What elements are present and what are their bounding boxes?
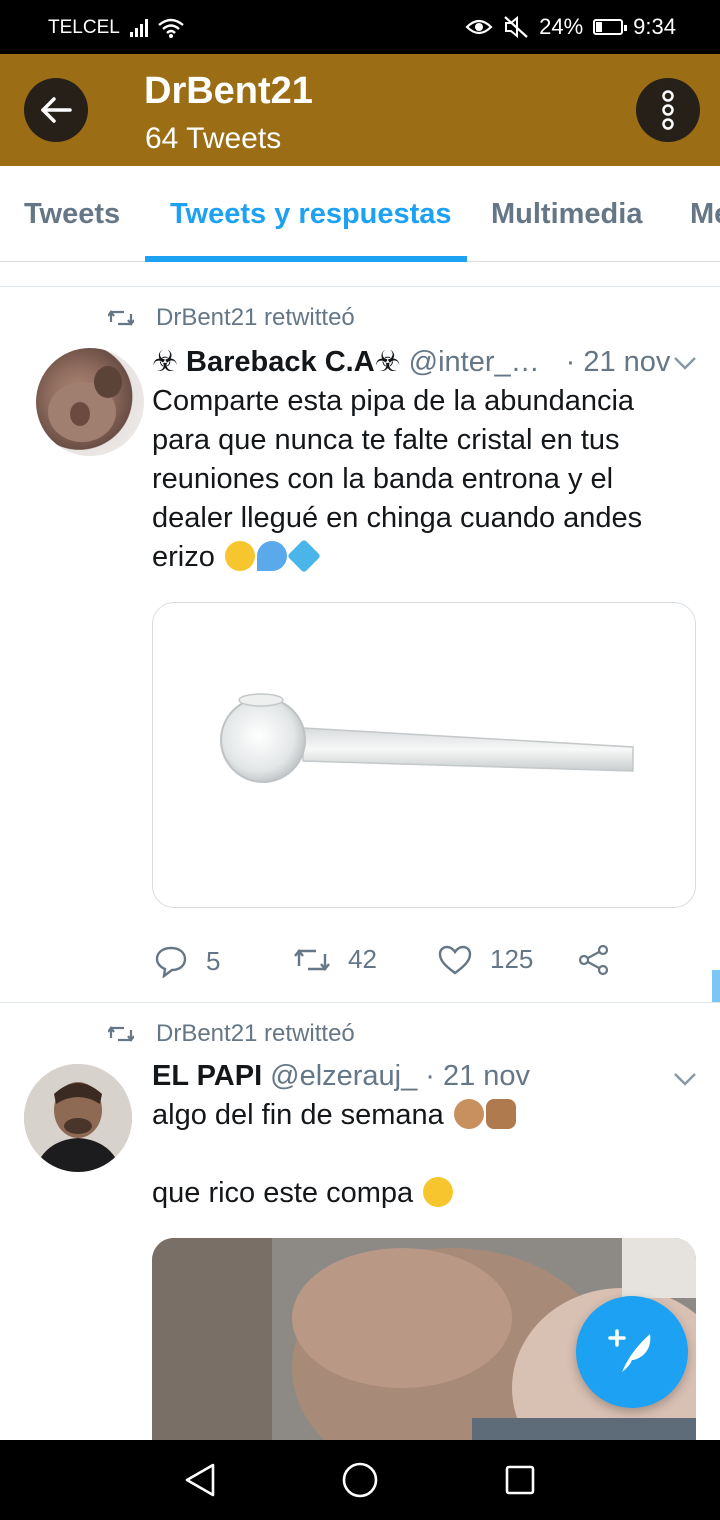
author-name[interactable]: EL PAPI bbox=[152, 1060, 262, 1093]
like-button[interactable]: 125 bbox=[438, 944, 533, 975]
wifi-icon bbox=[158, 18, 184, 38]
scrollbar-thumb[interactable] bbox=[712, 970, 720, 1002]
tweet-count: 64 Tweets bbox=[145, 122, 282, 155]
share-button[interactable] bbox=[578, 944, 610, 976]
retweet-context: DrBent21 retwitteó bbox=[108, 1020, 355, 1048]
tweet-body: Comparte esta pipa de la abundancia para… bbox=[152, 385, 643, 573]
like-count: 125 bbox=[490, 944, 534, 974]
tab-tweets-y-respuestas[interactable]: Tweets y respuestas bbox=[170, 198, 452, 231]
system-nav-bar bbox=[0, 1440, 720, 1520]
eye-icon bbox=[465, 19, 493, 35]
avatar-photo bbox=[24, 1064, 132, 1172]
retweet-label: DrBent21 retwitteó bbox=[156, 304, 355, 331]
retweet-context: DrBent21 retwitteó bbox=[108, 304, 355, 332]
tweet-body-line2: que rico este compa bbox=[152, 1177, 414, 1209]
sweat-droplets-emoji bbox=[256, 541, 287, 571]
back-button[interactable] bbox=[24, 78, 88, 142]
tweet-header: EL PAPI @elzerauj_ · 21 nov bbox=[152, 1060, 530, 1093]
reply-count: 5 bbox=[206, 945, 221, 976]
heart-icon bbox=[438, 945, 472, 974]
chevron-down-icon[interactable] bbox=[672, 354, 698, 372]
avatar[interactable] bbox=[36, 348, 144, 456]
battery-percent: 24% bbox=[539, 14, 584, 39]
share-icon bbox=[578, 944, 609, 976]
avatar-photo bbox=[48, 366, 122, 442]
author-handle[interactable]: @elzerauj_ bbox=[270, 1060, 417, 1093]
profile-header: DrBent21 64 Tweets bbox=[0, 54, 720, 166]
tweet-text: algo del fin de semana bbox=[152, 1096, 672, 1135]
battery-icon bbox=[593, 19, 628, 35]
author-handle[interactable]: @inter_… bbox=[409, 346, 540, 379]
mute-icon bbox=[504, 15, 528, 39]
nav-home-button[interactable] bbox=[340, 1460, 380, 1500]
retweet-label: DrBent21 retwitteó bbox=[156, 1020, 355, 1047]
divider bbox=[0, 1002, 720, 1003]
signal-icon bbox=[129, 19, 148, 37]
compose-tweet-button[interactable] bbox=[576, 1296, 688, 1408]
author-name[interactable]: ☣ Bareback C.A☣ bbox=[152, 344, 401, 379]
biohazard-emoji bbox=[224, 541, 255, 571]
retweet-icon bbox=[108, 310, 134, 326]
tweet-text: Comparte esta pipa de la abundancia para… bbox=[152, 382, 672, 577]
retweet-button[interactable]: 42 bbox=[294, 944, 377, 975]
nav-recents-button[interactable] bbox=[500, 1460, 540, 1500]
tweet-actions: 5 42 125 bbox=[154, 944, 624, 984]
tweet-image[interactable] bbox=[152, 602, 696, 908]
retweet-icon bbox=[294, 948, 330, 971]
divider bbox=[0, 286, 720, 287]
tab-tweets[interactable]: Tweets bbox=[24, 198, 120, 231]
avatar[interactable] bbox=[24, 1064, 132, 1172]
retweet-count: 42 bbox=[348, 944, 377, 974]
compose-feather-icon bbox=[608, 1329, 651, 1372]
reply-button[interactable]: 5 bbox=[154, 944, 220, 978]
drooling-face-emoji bbox=[423, 1177, 454, 1207]
chevron-down-icon[interactable] bbox=[672, 1070, 698, 1088]
tab-multimedia[interactable]: Multimedia bbox=[491, 198, 642, 231]
gem-emoji bbox=[286, 539, 321, 573]
vertical-dots-icon bbox=[662, 90, 674, 130]
thumbs-up-emoji bbox=[485, 1099, 516, 1129]
nav-back-button[interactable] bbox=[180, 1460, 220, 1500]
clock: 9:34 bbox=[633, 14, 676, 39]
arrow-left-icon bbox=[41, 97, 72, 123]
triangle-back-icon bbox=[185, 1463, 215, 1497]
reply-icon bbox=[155, 946, 187, 978]
tweet-text: que rico este compa bbox=[152, 1174, 672, 1213]
status-bar: TELCEL 24% 9:34 bbox=[0, 0, 720, 54]
tab-me-gusta[interactable]: Me bbox=[690, 198, 720, 231]
profile-tabs: Tweets Tweets y respuestas Multimedia Me bbox=[0, 166, 720, 262]
glass-pipe-image bbox=[220, 693, 634, 783]
tweet-body-line1: algo del fin de semana bbox=[152, 1099, 444, 1131]
square-recents-icon bbox=[505, 1465, 535, 1495]
profile-name: DrBent21 bbox=[144, 70, 313, 112]
retweet-icon bbox=[108, 1026, 134, 1042]
active-tab-indicator bbox=[145, 256, 467, 262]
circle-home-icon bbox=[342, 1462, 378, 1498]
tweet-date: · 21 nov bbox=[425, 1060, 531, 1092]
tweet-header: ☣ Bareback C.A☣ @inter_… · 21 nov bbox=[152, 344, 670, 379]
more-options-button[interactable] bbox=[636, 78, 700, 142]
tweet-date: · 21 nov bbox=[565, 346, 671, 378]
ok-hand-emoji bbox=[453, 1099, 484, 1129]
carrier-label: TELCEL bbox=[48, 17, 120, 38]
